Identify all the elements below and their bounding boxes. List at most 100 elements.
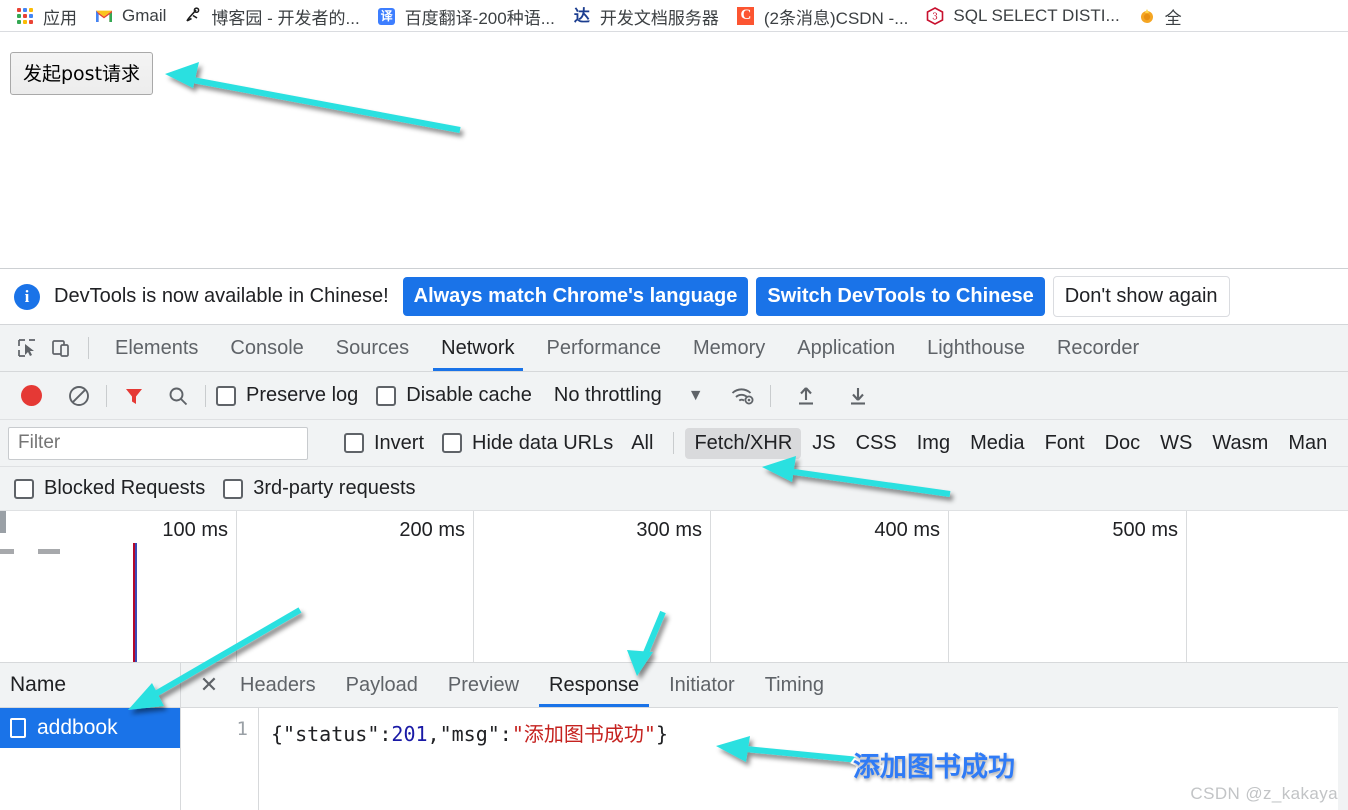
toolbar-divider: [88, 337, 89, 359]
filter-type-img[interactable]: Img: [908, 428, 959, 459]
bookmark-csdn[interactable]: C (2条消息)CSDN -...: [729, 3, 917, 29]
clear-network-icon[interactable]: [62, 379, 96, 413]
bookmark-label: 全: [1164, 8, 1182, 28]
response-body-viewer[interactable]: 1 {"status":201,"msg":"添加图书成功"}: [181, 708, 1348, 810]
network-conditions-icon[interactable]: [726, 379, 760, 413]
switch-devtools-language-button[interactable]: Switch DevTools to Chinese: [756, 277, 1045, 316]
page-content: 发起post请求: [0, 32, 1348, 268]
cnblogs-icon: [184, 7, 202, 25]
bookmark-cnblogs[interactable]: 博客园 - 开发者的...: [176, 3, 367, 29]
filter-type-wasm[interactable]: Wasm: [1203, 428, 1277, 459]
bookmark-generic[interactable]: 全: [1130, 3, 1190, 29]
filter-type-media[interactable]: Media: [961, 428, 1033, 459]
throttling-select[interactable]: No throttling: [554, 384, 662, 407]
filter-type-js[interactable]: JS: [803, 428, 844, 459]
bookmark-w3school[interactable]: 3 SQL SELECT DISTI...: [918, 3, 1127, 29]
network-overview-timeline[interactable]: 100 ms 200 ms 300 ms 400 ms 500 ms: [0, 511, 1348, 663]
device-toolbar-icon[interactable]: [44, 331, 78, 365]
csdn-icon: C: [737, 7, 755, 25]
tab-initiator[interactable]: Initiator: [654, 663, 750, 707]
language-notification-bar: i DevTools is now available in Chinese! …: [0, 269, 1348, 325]
hide-data-urls-label: Hide data URLs: [472, 431, 614, 454]
filter-type-all[interactable]: All: [622, 428, 662, 459]
bookmark-baidu-translate[interactable]: 译 百度翻译-200种语...: [370, 3, 563, 29]
dont-show-again-button[interactable]: Don't show again: [1052, 276, 1230, 317]
filter-type-fetch-xhr[interactable]: Fetch/XHR: [685, 427, 802, 459]
toolbar-divider: [673, 432, 675, 454]
devtools-panel: i DevTools is now available in Chinese! …: [0, 268, 1348, 810]
bookmark-gmail[interactable]: Gmail: [87, 3, 174, 29]
filter-type-ws[interactable]: WS: [1151, 428, 1201, 459]
export-har-icon[interactable]: [841, 379, 875, 413]
hide-data-urls-checkbox[interactable]: [442, 433, 463, 453]
tab-application[interactable]: Application: [781, 325, 911, 371]
network-filter-row: Invert Hide data URLs All Fetch/XHR JS C…: [0, 420, 1348, 467]
line-number: 1: [181, 708, 259, 810]
tab-memory[interactable]: Memory: [677, 325, 781, 371]
timeline-tick: 100 ms: [162, 519, 228, 541]
browser-window: 应用 Gmail 博客园 - 开发者的... 译 百度翻译-200种语... 达…: [0, 0, 1348, 810]
tab-response[interactable]: Response: [534, 663, 654, 707]
invert-checkbox[interactable]: [344, 433, 364, 453]
blocked-requests-row: Blocked Requests 3rd-party requests: [0, 467, 1348, 511]
filter-funnel-icon[interactable]: [117, 379, 151, 413]
blocked-requests-checkbox[interactable]: [14, 478, 34, 499]
request-detail-panel: ✕ Headers Payload Preview Response Initi…: [181, 663, 1348, 810]
disable-cache-checkbox[interactable]: [376, 385, 397, 406]
load-event-marker: [135, 543, 137, 662]
baidu-translate-icon: 译: [378, 7, 396, 25]
third-party-requests-checkbox[interactable]: [223, 478, 244, 499]
notification-message: DevTools is now available in Chinese!: [54, 285, 389, 307]
bookmark-label: 应用: [43, 8, 77, 28]
watermark: CSDN @z_kakaya: [1190, 784, 1338, 803]
scrollbar[interactable]: [1338, 663, 1348, 810]
filter-type-css[interactable]: CSS: [847, 428, 906, 459]
import-har-icon[interactable]: [789, 379, 823, 413]
disable-cache-label: Disable cache: [406, 384, 532, 406]
search-icon[interactable]: [161, 379, 195, 413]
bookmark-apps[interactable]: 应用: [8, 3, 85, 29]
inspect-element-icon[interactable]: [10, 331, 44, 365]
tab-performance[interactable]: Performance: [531, 325, 678, 371]
bookmark-label: 百度翻译-200种语...: [404, 8, 555, 28]
tab-headers[interactable]: Headers: [225, 663, 331, 707]
post-request-button[interactable]: 发起post请求: [10, 52, 154, 95]
tab-timing[interactable]: Timing: [750, 663, 839, 707]
timeline-tick: 300 ms: [636, 519, 702, 541]
tab-preview[interactable]: Preview: [433, 663, 534, 707]
filter-type-manifest[interactable]: Man: [1279, 428, 1336, 459]
response-status-value: 201: [391, 722, 428, 746]
record-button-icon[interactable]: [14, 379, 48, 413]
tab-recorder[interactable]: Recorder: [1041, 325, 1155, 371]
tab-elements[interactable]: Elements: [99, 325, 214, 371]
preserve-log-label: Preserve log: [246, 384, 359, 406]
bookmarks-bar: 应用 Gmail 博客园 - 开发者的... 译 百度翻译-200种语... 达…: [0, 0, 1348, 32]
request-detail-tab-bar: ✕ Headers Payload Preview Response Initi…: [181, 663, 1348, 708]
overview-request-bar: [38, 549, 60, 554]
annotation-label-add-book-success: 添加图书成功: [851, 750, 1017, 785]
tab-network[interactable]: Network: [425, 325, 530, 371]
bookmark-label: 开发文档服务器: [599, 8, 719, 28]
response-prefix: {"status":: [271, 722, 392, 746]
table-row[interactable]: addbook: [0, 708, 180, 748]
chevron-down-icon[interactable]: ▼: [688, 387, 704, 405]
preserve-log-checkbox[interactable]: [216, 385, 236, 406]
tab-payload[interactable]: Payload: [331, 663, 433, 707]
filter-type-doc[interactable]: Doc: [1096, 428, 1150, 459]
tab-console[interactable]: Console: [214, 325, 319, 371]
response-body-text: {"status":201,"msg":"添加图书成功"}: [259, 708, 668, 810]
tab-lighthouse[interactable]: Lighthouse: [911, 325, 1041, 371]
close-icon[interactable]: ✕: [193, 669, 225, 701]
third-party-requests-label: 3rd-party requests: [253, 477, 416, 499]
bookmark-dev-docs[interactable]: 达 开发文档服务器: [565, 3, 727, 29]
timeline-tick: 500 ms: [1112, 519, 1178, 541]
timeline-tick: 400 ms: [874, 519, 940, 541]
tab-sources[interactable]: Sources: [320, 325, 425, 371]
bookmark-label: Gmail: [122, 6, 167, 25]
network-toolbar: Preserve log Disable cache No throttling…: [0, 372, 1348, 420]
bookmark-label: 博客园 - 开发者的...: [211, 8, 360, 28]
filter-type-font[interactable]: Font: [1036, 428, 1094, 459]
search-input[interactable]: [8, 426, 308, 460]
bookmark-generic-icon: [1138, 7, 1156, 25]
always-match-language-button[interactable]: Always match Chrome's language: [402, 277, 749, 316]
